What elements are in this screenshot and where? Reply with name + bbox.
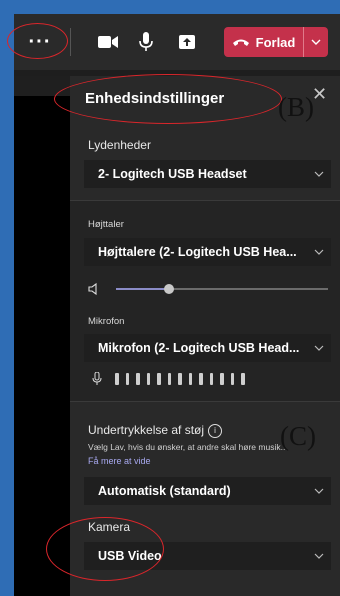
speaker-value: Højttalere (2- Logitech USB Hea...	[98, 245, 297, 259]
noise-suppression-value: Automatisk (standard)	[98, 484, 231, 498]
annotation-label-b: (B)	[278, 92, 314, 122]
audio-devices-label: Lydenheder	[88, 138, 151, 152]
mic-level-bar	[241, 373, 245, 385]
speaker-dropdown[interactable]: Højttalere (2- Logitech USB Hea...	[84, 238, 331, 266]
annotation-ellipse-camera	[46, 517, 164, 581]
window-frame-top	[0, 0, 340, 14]
share-screen-icon	[179, 35, 195, 49]
mic-level-bar	[220, 373, 224, 385]
chevron-down-icon	[307, 553, 331, 559]
mic-level-bar	[178, 373, 182, 385]
mic-level-bar	[188, 373, 192, 385]
audio-device-dropdown[interactable]: 2- Logitech USB Headset	[84, 160, 331, 188]
leave-options-button[interactable]	[304, 39, 328, 45]
microphone-icon	[139, 32, 153, 51]
share-screen-button[interactable]	[171, 26, 203, 58]
speaker-label: Højttaler	[88, 219, 124, 230]
annotation-ellipse-title	[54, 74, 282, 124]
slider-thumb[interactable]	[164, 284, 174, 294]
mic-level-bar	[157, 373, 161, 385]
mic-level-bar	[125, 373, 129, 385]
close-icon[interactable]: ✕	[312, 84, 327, 105]
slider-fill	[116, 288, 169, 290]
toolbar-divider	[70, 28, 71, 56]
camera-button[interactable]	[92, 26, 124, 58]
chevron-down-icon	[311, 39, 321, 45]
chevron-down-icon	[307, 171, 331, 177]
section-divider	[70, 401, 340, 402]
leave-main[interactable]: Forlad	[224, 35, 303, 50]
leave-label: Forlad	[255, 34, 296, 50]
microphone-dropdown[interactable]: Mikrofon (2- Logitech USB Head...	[84, 334, 331, 362]
audio-device-value: 2- Logitech USB Headset	[98, 167, 247, 181]
mic-level-bar	[199, 373, 203, 385]
microphone-value: Mikrofon (2- Logitech USB Head...	[98, 341, 300, 355]
leave-button[interactable]: Forlad	[224, 27, 328, 57]
mic-level-bar	[115, 373, 119, 385]
phone-hangup-icon	[232, 39, 249, 46]
noise-suppression-text: Undertrykkelse af støj	[88, 423, 205, 437]
mic-level-bar	[146, 373, 150, 385]
speaker-volume-slider[interactable]	[88, 281, 328, 297]
mic-level-bar	[209, 373, 213, 385]
window-frame-left	[0, 0, 14, 596]
chevron-down-icon	[307, 249, 331, 255]
meeting-video-area	[14, 76, 70, 596]
mic-level-meter	[92, 371, 332, 387]
chevron-down-icon	[307, 345, 331, 351]
mic-level-bar	[136, 373, 140, 385]
info-icon[interactable]: i	[208, 423, 223, 438]
learn-more-link[interactable]: Få mere at vide	[88, 456, 151, 466]
chevron-down-icon	[307, 488, 331, 494]
annotation-label-c: (C)	[280, 421, 316, 451]
microphone-label: Mikrofon	[88, 316, 125, 327]
microphone-button[interactable]	[130, 26, 162, 58]
microphone-icon	[92, 372, 102, 385]
video-camera-icon	[98, 36, 118, 48]
noise-suppression-label: Undertrykkelse af støj i	[88, 423, 223, 438]
mic-level-bar	[230, 373, 234, 385]
noise-suppression-dropdown[interactable]: Automatisk (standard)	[84, 477, 331, 505]
mic-level-bar	[167, 373, 171, 385]
speaker-icon	[88, 282, 97, 296]
annotation-ellipse-more	[7, 23, 68, 59]
